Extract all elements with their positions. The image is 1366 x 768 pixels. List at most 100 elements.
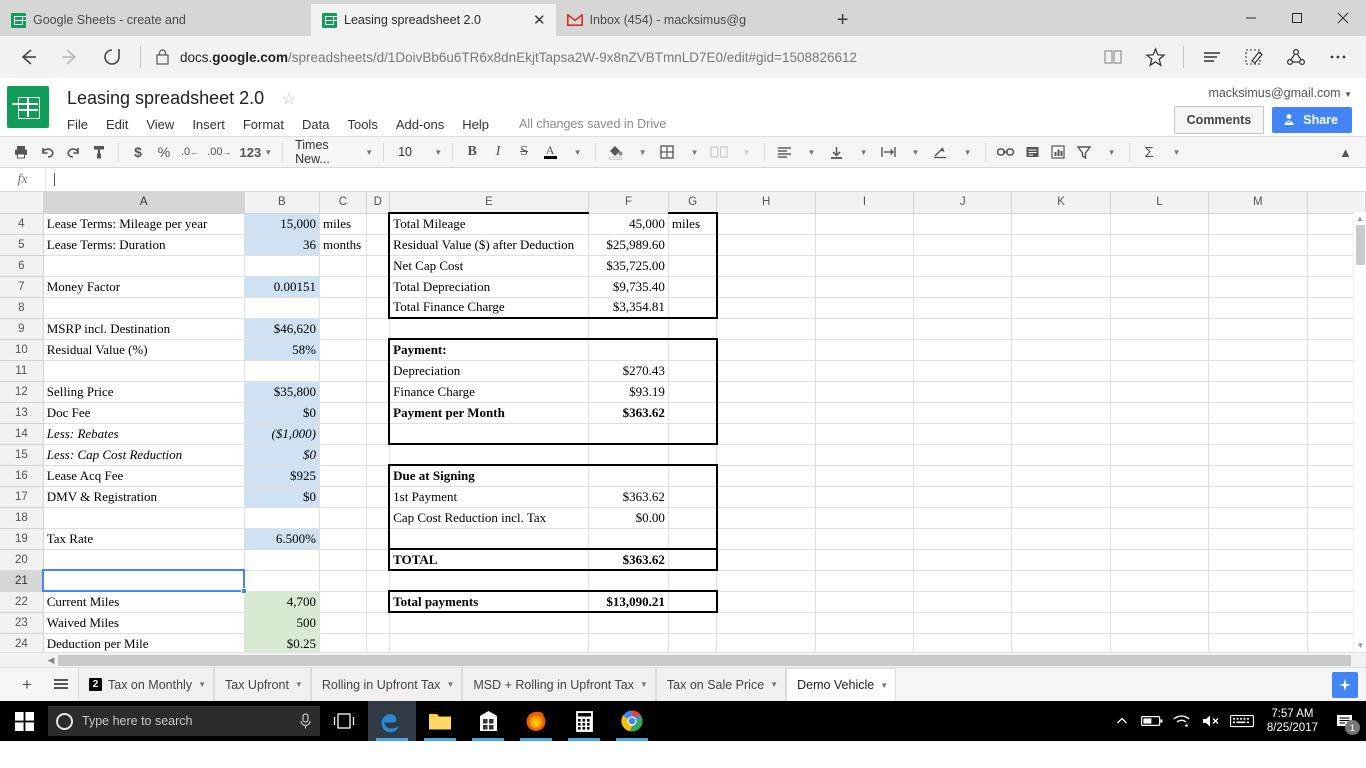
column-header-H[interactable]: H [716, 192, 816, 214]
cell-F20[interactable]: $363.62 [588, 548, 669, 571]
cell-K7[interactable] [1011, 275, 1111, 298]
cell-H21[interactable] [716, 569, 816, 592]
cell-A11[interactable] [42, 359, 245, 382]
cell-G11[interactable] [667, 359, 718, 382]
cell-D23[interactable] [365, 611, 390, 634]
cell-J9[interactable] [913, 317, 1013, 340]
file-explorer-icon[interactable] [416, 701, 464, 741]
cell-K16[interactable] [1011, 464, 1111, 487]
cell-I20[interactable] [814, 548, 915, 571]
cell-I22[interactable] [814, 590, 915, 613]
cell-G7[interactable] [667, 275, 718, 298]
cell-A5[interactable]: Lease Terms: Duration [42, 233, 245, 256]
cell-L14[interactable] [1109, 422, 1210, 445]
menu-item-view[interactable]: View [137, 115, 183, 134]
cell-B23[interactable]: 500 [243, 611, 320, 634]
cell-M7[interactable] [1208, 275, 1308, 298]
functions-button[interactable]: Σ [1136, 139, 1162, 165]
cell-A16[interactable]: Lease Acq Fee [42, 464, 245, 487]
cell-L24[interactable] [1109, 632, 1210, 652]
cell-F5[interactable]: $25,989.60 [588, 233, 669, 256]
cell-K6[interactable] [1011, 254, 1111, 277]
cell-J13[interactable] [913, 401, 1013, 424]
cell-F9[interactable] [588, 317, 669, 340]
italic-button[interactable]: I [485, 139, 511, 165]
calculator-icon[interactable] [560, 701, 608, 741]
cell-L12[interactable] [1109, 380, 1210, 403]
cell-L17[interactable] [1109, 485, 1210, 508]
filter-icon[interactable] [1071, 139, 1097, 165]
microsoft-store-icon[interactable] [464, 701, 512, 741]
cell-L19[interactable] [1109, 527, 1210, 550]
row-header-17[interactable]: 17 [0, 485, 44, 508]
cell-G13[interactable] [667, 401, 718, 424]
browser-tab-1[interactable]: Leasing spreadsheet 2.0 ✕ [311, 4, 556, 36]
cell-F8[interactable]: $3,354.81 [588, 296, 669, 319]
cell-H6[interactable] [716, 254, 816, 277]
cell-M6[interactable] [1208, 254, 1308, 277]
cell-L4[interactable] [1109, 212, 1210, 235]
bold-button[interactable]: B [459, 139, 485, 165]
refresh-button[interactable] [92, 38, 132, 76]
all-sheets-icon[interactable] [44, 670, 78, 700]
row-header-4[interactable]: 4 [0, 212, 44, 235]
cell-I17[interactable] [814, 485, 915, 508]
cell-H7[interactable] [716, 275, 816, 298]
cell-C5[interactable]: months [318, 233, 367, 256]
show-hidden-icons[interactable] [1107, 701, 1137, 741]
cell-A8[interactable] [42, 296, 245, 319]
column-header-B[interactable]: B [243, 192, 320, 214]
cell-H16[interactable] [716, 464, 816, 487]
text-wrap-icon[interactable] [875, 139, 901, 165]
cell-B5[interactable]: 36 [243, 233, 320, 256]
cell-I19[interactable] [814, 527, 915, 550]
vertical-scrollbar[interactable]: ▲ ▼ [1353, 212, 1366, 652]
cell-H9[interactable] [716, 317, 816, 340]
close-icon[interactable]: ✕ [533, 13, 546, 28]
cell-D9[interactable] [365, 317, 390, 340]
chevron-down-icon[interactable]: ▼ [640, 680, 648, 689]
column-header-L[interactable]: L [1109, 192, 1210, 214]
cell-L11[interactable] [1109, 359, 1210, 382]
cell-E12[interactable]: Finance Charge [388, 380, 590, 403]
cell-I8[interactable] [814, 296, 915, 319]
cell-B22[interactable]: 4,700 [243, 590, 320, 613]
row-header-15[interactable]: 15 [0, 443, 44, 466]
chevron-down-icon[interactable]: ▼ [770, 680, 778, 689]
cell-D13[interactable] [365, 401, 390, 424]
cell-B9[interactable]: $46,620 [243, 317, 320, 340]
font-size-selector[interactable]: 10 ▼ [390, 139, 446, 165]
increase-decimal-button[interactable]: .00 → [203, 139, 235, 165]
cell-J21[interactable] [913, 569, 1013, 592]
cell-A22[interactable]: Current Miles [42, 590, 245, 613]
close-window-button[interactable] [1320, 0, 1366, 36]
sheets-logo-icon[interactable] [7, 86, 49, 128]
row-header-23[interactable]: 23 [0, 611, 44, 634]
cell-H10[interactable] [716, 338, 816, 361]
cell-K20[interactable] [1011, 548, 1111, 571]
cell-C19[interactable] [318, 527, 367, 550]
cell-D18[interactable] [365, 506, 390, 529]
cell-F7[interactable]: $9,735.40 [588, 275, 669, 298]
cell-F14[interactable] [588, 422, 669, 445]
cell-D11[interactable] [365, 359, 390, 382]
hub-icon[interactable] [1192, 38, 1232, 76]
cell-B15[interactable]: $0 [243, 443, 320, 466]
chevron-down-icon[interactable]: ▼ [295, 680, 303, 689]
column-header-J[interactable]: J [913, 192, 1013, 214]
cell-A9[interactable]: MSRP incl. Destination [42, 317, 245, 340]
cell-K10[interactable] [1011, 338, 1111, 361]
cell-F18[interactable]: $0.00 [588, 506, 669, 529]
borders-icon[interactable] [654, 139, 680, 165]
cell-F16[interactable] [588, 464, 669, 487]
cell-D16[interactable] [365, 464, 390, 487]
cell-A17[interactable]: DMV & Registration [42, 485, 245, 508]
cell-L20[interactable] [1109, 548, 1210, 571]
cell-K4[interactable] [1011, 212, 1111, 235]
column-header-A[interactable]: A [42, 192, 245, 214]
cell-G19[interactable] [667, 527, 718, 550]
cell-K15[interactable] [1011, 443, 1111, 466]
cell-B4[interactable]: 15,000 [243, 212, 320, 235]
cell-E16[interactable]: Due at Signing [388, 464, 590, 487]
cell-K22[interactable] [1011, 590, 1111, 613]
